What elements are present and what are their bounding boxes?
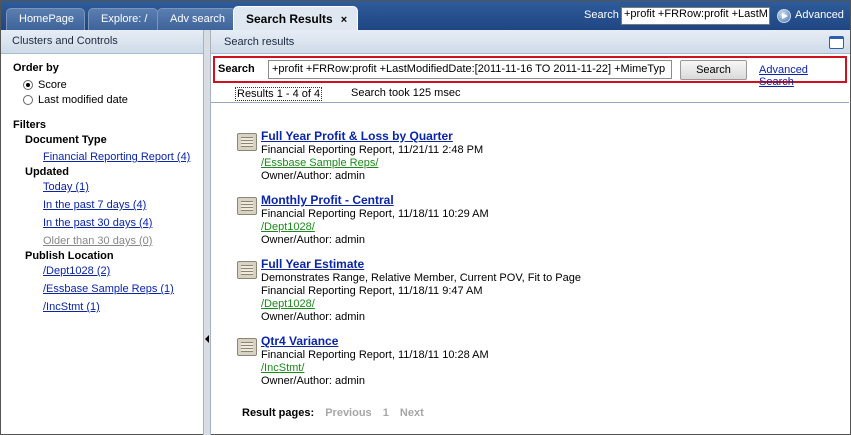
page-number: 1	[382, 407, 389, 419]
next-page-link: Next	[399, 407, 424, 419]
publish-location-title: Publish Location	[25, 250, 114, 262]
tab-search-results-label: Search Results	[246, 12, 333, 26]
order-by-title: Order by	[13, 62, 59, 74]
previous-page-link: Previous	[325, 407, 372, 419]
filters-title: Filters	[13, 119, 47, 131]
filter-incstmt[interactable]: /IncStmt (1)	[43, 298, 203, 316]
search-button[interactable]: Search	[680, 60, 747, 80]
go-arrow-icon[interactable]	[777, 9, 791, 23]
search-query-input[interactable]: +profit +FRRow:profit +LastModifiedDate:…	[268, 60, 672, 79]
result-meta: Financial Reporting Report, 11/21/11 2:4…	[261, 144, 484, 156]
search-results-title: Search results	[224, 36, 295, 48]
results-summary-bar: Results 1 - 4 of 4 Search took 125 msec	[211, 85, 849, 103]
last-modified-label: Last modified date	[38, 93, 128, 106]
report-document-icon	[237, 261, 257, 279]
top-search-label: Search	[584, 9, 619, 21]
tab-homepage[interactable]: HomePage	[6, 8, 86, 31]
tab-search-results[interactable]: Search Results ×	[233, 6, 359, 31]
results-count: Results 1 - 4 of 4	[235, 87, 323, 101]
score-label: Score	[38, 78, 67, 91]
report-document-icon	[237, 197, 257, 215]
panel-splitter[interactable]	[203, 30, 211, 435]
search-time: Search took 125 msec	[351, 87, 461, 99]
result-path-link[interactable]: /Dept1028/	[261, 298, 315, 310]
result-title-link[interactable]: Qtr4 Variance	[261, 334, 338, 348]
top-advanced-link[interactable]: Advanced	[795, 9, 844, 21]
result-owner: Owner/Author: admin	[261, 234, 365, 246]
result-path-link[interactable]: /IncStmt/	[261, 362, 304, 374]
top-tab-bar: HomePage Explore: / Adv search Search Re…	[0, 0, 851, 31]
filter-older-than-30-days: Older than 30 days (0)	[43, 235, 153, 247]
search-results-panel-header: Search results	[211, 30, 850, 54]
filter-today[interactable]: Today (1)	[43, 178, 203, 196]
filter-past-7-days[interactable]: In the past 7 days (4)	[43, 196, 203, 214]
tab-adv-search[interactable]: Adv search	[157, 8, 237, 31]
updated-title: Updated	[25, 166, 69, 178]
maximize-icon[interactable]	[829, 36, 844, 49]
report-document-icon	[237, 338, 257, 356]
result-owner: Owner/Author: admin	[261, 375, 365, 387]
filter-dept1028[interactable]: /Dept1028 (2)	[43, 262, 203, 280]
result-path-link[interactable]: /Dept1028/	[261, 221, 315, 233]
filter-financial-reporting-report[interactable]: Financial Reporting Report (4)	[43, 148, 203, 166]
result-pages-label: Result pages:	[242, 407, 315, 419]
clusters-panel-title: Clusters and Controls	[1, 30, 203, 54]
result-meta: Financial Reporting Report, 11/18/11 10:…	[261, 208, 489, 220]
result-owner: Owner/Author: admin	[261, 311, 365, 323]
clusters-panel: Clusters and Controls Order by Score Las…	[0, 30, 203, 435]
collapse-arrow-icon[interactable]	[205, 335, 209, 343]
result-path-link[interactable]: /Essbase Sample Reps/	[261, 157, 378, 169]
result-owner: Owner/Author: admin	[261, 170, 365, 182]
search-label: Search	[218, 63, 255, 75]
result-title-link[interactable]: Full Year Estimate	[261, 257, 364, 271]
result-meta: Financial Reporting Report, 11/18/11 10:…	[261, 349, 489, 361]
score-radio[interactable]	[23, 79, 33, 90]
result-description: Demonstrates Range, Relative Member, Cur…	[261, 272, 581, 284]
search-results-panel: Search results Search +profit +FRRow:pro…	[211, 30, 851, 435]
order-by-date-option[interactable]: Last modified date	[23, 92, 203, 107]
filter-past-30-days[interactable]: In the past 30 days (4)	[43, 214, 203, 232]
filter-essbase-sample-reps[interactable]: /Essbase Sample Reps (1)	[43, 280, 203, 298]
top-search-input[interactable]: +profit +FRRow:profit +LastM	[621, 7, 770, 25]
order-by-score-option[interactable]: Score	[23, 77, 203, 92]
close-icon[interactable]: ×	[341, 14, 347, 26]
result-meta: Financial Reporting Report, 11/18/11 9:4…	[261, 285, 483, 297]
tab-explore[interactable]: Explore: /	[88, 8, 159, 31]
search-bar: Search +profit +FRRow:profit +LastModifi…	[213, 56, 847, 88]
document-type-title: Document Type	[25, 134, 107, 146]
last-modified-radio[interactable]	[23, 94, 33, 105]
result-title-link[interactable]: Full Year Profit & Loss by Quarter	[261, 129, 453, 143]
result-pager: Result pages: Previous 1 Next	[242, 407, 424, 419]
result-title-link[interactable]: Monthly Profit - Central	[261, 193, 394, 207]
report-document-icon	[237, 133, 257, 151]
